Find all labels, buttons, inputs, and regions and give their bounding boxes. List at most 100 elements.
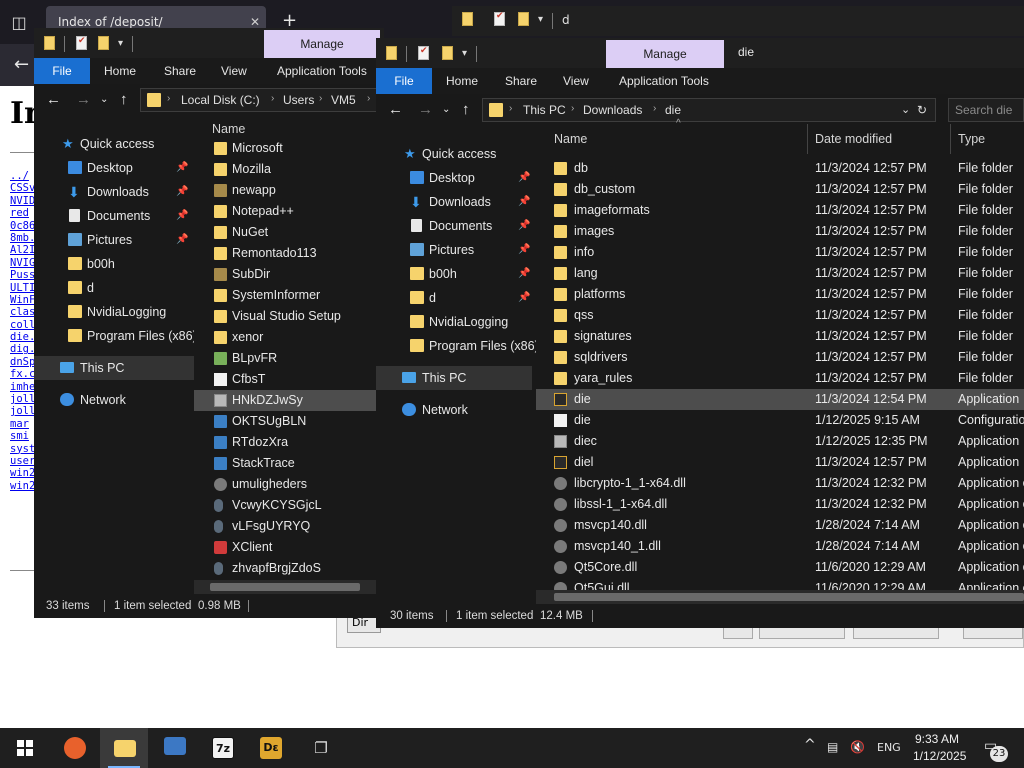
file-row[interactable]: platforms 11/3/2024 12:57 PM File folder [536, 284, 1024, 305]
file-row[interactable]: msvcp140_1.dll 1/28/2024 7:14 AM Applicati… [536, 536, 1024, 557]
file-row[interactable]: imageformats 11/3/2024 12:57 PM File folde… [536, 200, 1024, 221]
column-header-name[interactable]: Name [554, 132, 587, 146]
back-arrow-icon[interactable]: ← [14, 54, 29, 75]
manage-tab[interactable]: Manage [606, 40, 724, 68]
up-arrow-icon[interactable]: ↑ [120, 91, 128, 108]
forward-arrow-icon[interactable]: → [418, 101, 433, 118]
nav-downloads[interactable]: ⬇ Downloads 📌 [376, 190, 536, 214]
tab-view[interactable]: View [563, 68, 589, 94]
breadcrumb-vm5[interactable]: VM5 [331, 93, 356, 107]
file-row[interactable]: die 11/3/2024 12:54 PM Application [536, 389, 1024, 410]
file-row[interactable]: Qt5Core.dll 11/6/2020 12:29 AM Application… [536, 557, 1024, 578]
file-row[interactable]: info 11/3/2024 12:57 PM File folder [536, 242, 1024, 263]
language-indicator[interactable]: ENG [877, 741, 901, 754]
address-bar[interactable]: › Local Disk (C:) › Users › VM5 › [140, 88, 384, 112]
file-row[interactable]: OKTSUgBLN [194, 411, 384, 432]
breadcrumb-die[interactable]: die [665, 103, 681, 117]
tab-home[interactable]: Home [446, 68, 478, 94]
file-row[interactable]: CfbsT [194, 369, 384, 390]
tab-home[interactable]: Home [104, 58, 136, 84]
tab-share[interactable]: Share [505, 68, 537, 94]
tab-list-icon[interactable]: ◫ [8, 12, 30, 34]
file-row[interactable]: Microsoft [194, 138, 384, 159]
file-row[interactable]: SystemInformer [194, 285, 384, 306]
up-arrow-icon[interactable]: ↑ [462, 101, 470, 118]
nav-d[interactable]: d 📌 [376, 286, 536, 310]
chevron-down-icon[interactable]: ▾ [118, 38, 123, 49]
file-row[interactable]: db_custom 11/3/2024 12:57 PM File folder [536, 179, 1024, 200]
file-row[interactable]: StackTrace [194, 453, 384, 474]
new-folder-icon[interactable] [98, 36, 109, 50]
clock-time[interactable]: 9:33 AM [915, 732, 959, 746]
file-row[interactable]: Notepad++ [194, 201, 384, 222]
file-row[interactable]: umuligheders [194, 474, 384, 495]
nav-quick-access[interactable]: ★ Quick access [34, 132, 194, 156]
tab-application-tools[interactable]: Application Tools [619, 68, 709, 94]
nav-desktop[interactable]: Desktop 📌 [34, 156, 194, 180]
file-row[interactable]: qss 11/3/2024 12:57 PM File folder [536, 305, 1024, 326]
refresh-icon[interactable]: ↻ [917, 103, 927, 117]
properties-icon[interactable] [76, 35, 87, 50]
file-row[interactable]: Visual Studio Setup [194, 306, 384, 327]
file-row[interactable]: SubDir [194, 264, 384, 285]
nav-quick-access[interactable]: ★ Quick access [376, 142, 536, 166]
nav-b00h[interactable]: b00h 📌 [376, 262, 536, 286]
tab-share[interactable]: Share [164, 58, 196, 84]
breadcrumb-local-disk[interactable]: Local Disk (C:) [181, 93, 260, 107]
nav-nvidialogging[interactable]: NvidiaLogging [34, 300, 194, 324]
nav-pictures[interactable]: Pictures 📌 [34, 228, 194, 252]
titlebar[interactable]: ▾ Manage [34, 28, 384, 60]
chevron-down-icon[interactable]: ⌄ [901, 103, 910, 116]
chevron-down-icon[interactable]: ▾ [538, 14, 543, 25]
start-button[interactable] [0, 728, 48, 768]
chevron-up-icon[interactable]: ^ [804, 737, 816, 753]
file-row[interactable]: die 1/12/2025 9:15 AM Configuration [536, 410, 1024, 431]
file-row[interactable]: sqldrivers 11/3/2024 12:57 PM File folder [536, 347, 1024, 368]
file-row[interactable]: signatures 11/3/2024 12:57 PM File folder [536, 326, 1024, 347]
column-header-type[interactable]: Type [958, 132, 985, 146]
nav-downloads[interactable]: ⬇ Downloads 📌 [34, 180, 194, 204]
file-row[interactable]: Qt5Gui.dll 11/6/2020 12:29 AM Application … [536, 578, 1024, 590]
nav-program-files-x86[interactable]: Program Files (x86) [34, 324, 197, 348]
taskbar-die[interactable]: Dε [246, 728, 294, 768]
chevron-down-icon[interactable]: ▾ [462, 48, 467, 59]
nav-program-files-x86[interactable]: Program Files (x86) [376, 334, 539, 358]
clock-date[interactable]: 1/12/2025 [913, 749, 966, 763]
nav-this-pc[interactable]: This PC [34, 356, 194, 380]
tab-application-tools[interactable]: Application Tools [277, 58, 367, 84]
recent-locations-icon[interactable]: ⌄ [100, 94, 108, 105]
column-separator[interactable] [807, 124, 808, 154]
file-row[interactable]: yara_rules 11/3/2024 12:57 PM File folder [536, 368, 1024, 389]
nav-b00h[interactable]: b00h [34, 252, 194, 276]
file-row[interactable]: VcwyKCYSGjcL [194, 495, 384, 516]
scrollbar-thumb[interactable] [554, 593, 1024, 601]
file-row[interactable]: Mozilla [194, 159, 384, 180]
file-row[interactable]: newapp [194, 180, 384, 201]
address-bar[interactable]: › This PC › Downloads › die ⌄ ↻ [482, 98, 936, 122]
breadcrumb-this-pc[interactable]: This PC [523, 103, 566, 117]
back-arrow-icon[interactable]: ← [46, 91, 61, 108]
file-row[interactable]: BLpvFR [194, 348, 384, 369]
tab-file[interactable]: File [376, 68, 432, 94]
background-explorer-titlebar[interactable]: ▾ d [452, 6, 1024, 36]
column-header-date[interactable]: Date modified [815, 132, 892, 146]
taskbar-remote-desktop[interactable] [150, 728, 198, 768]
file-row[interactable]: msvcp140.dll 1/28/2024 7:14 AM Application… [536, 515, 1024, 536]
nav-documents[interactable]: Documents 📌 [34, 204, 194, 228]
file-row[interactable]: xenor [194, 327, 384, 348]
file-row[interactable]: lang 11/3/2024 12:57 PM File folder [536, 263, 1024, 284]
file-row[interactable]: vLFsgUYRYQ [194, 516, 384, 537]
file-row[interactable]: RTdozXra [194, 432, 384, 453]
horizontal-scrollbar[interactable] [194, 580, 384, 594]
nav-nvidialogging[interactable]: NvidiaLogging [376, 310, 536, 334]
horizontal-scrollbar[interactable] [536, 590, 1024, 604]
new-folder-icon[interactable] [442, 46, 453, 60]
file-row[interactable]: NuGet [194, 222, 384, 243]
tab-file[interactable]: File [34, 58, 90, 84]
file-row[interactable]: db 11/3/2024 12:57 PM File folder [536, 158, 1024, 179]
tab-view[interactable]: View [221, 58, 247, 84]
column-separator[interactable] [950, 124, 951, 154]
recent-locations-icon[interactable]: ⌄ [442, 104, 450, 115]
properties-icon[interactable] [494, 11, 505, 26]
file-row[interactable]: zhvapfBrgjZdoS [194, 558, 384, 579]
